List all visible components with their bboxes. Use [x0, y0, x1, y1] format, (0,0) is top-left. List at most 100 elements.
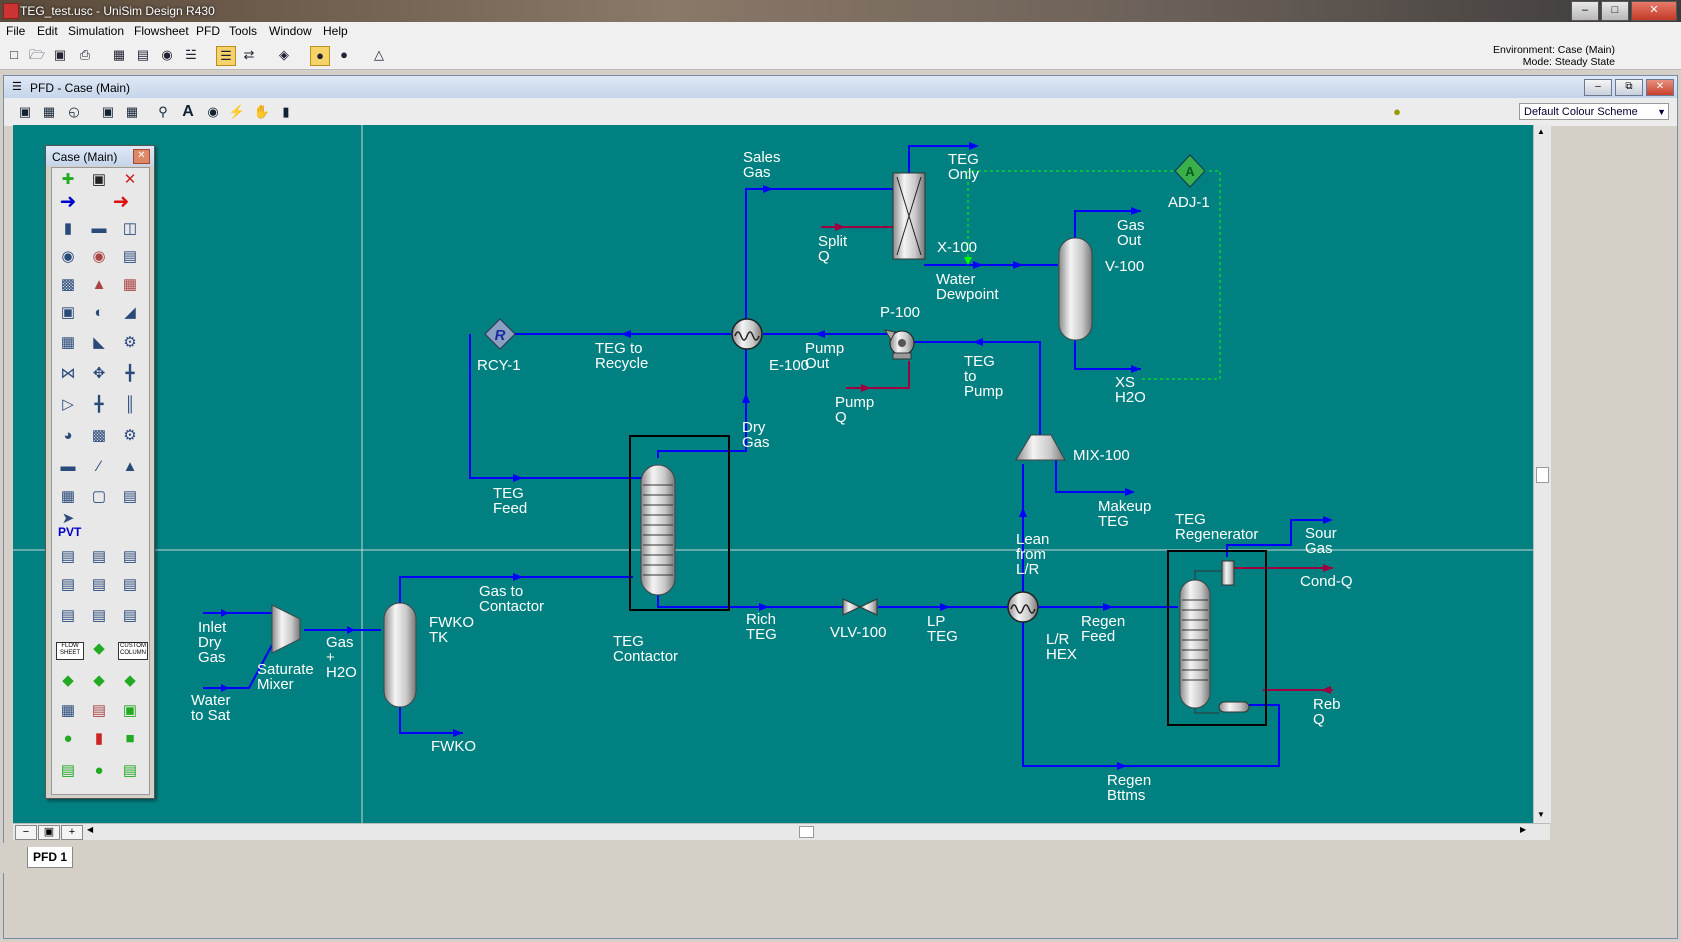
- pvt-label[interactable]: PVT: [58, 525, 81, 539]
- column-4-icon[interactable]: ▤: [57, 574, 79, 596]
- zoom-in-icon[interactable]: +: [61, 825, 83, 840]
- lock-icon[interactable]: ▣: [88, 169, 110, 191]
- workbook-icon[interactable]: ▦: [110, 46, 128, 64]
- mixer-icon[interactable]: ▷: [57, 394, 79, 416]
- vertical-scroll-thumb[interactable]: [1536, 467, 1549, 483]
- column-9-icon[interactable]: ▤: [119, 605, 141, 627]
- column-6-icon[interactable]: ▤: [119, 574, 141, 596]
- energy-stream-icon[interactable]: ➜: [110, 191, 132, 213]
- v-100-separator[interactable]: [1058, 237, 1093, 341]
- auto-position-icon[interactable]: ▦: [40, 103, 58, 121]
- energy-pump-q[interactable]: [846, 361, 910, 389]
- custom-column-button[interactable]: CUSTOM COLUMN: [118, 642, 148, 660]
- column-3-icon[interactable]: ▤: [119, 546, 141, 568]
- pfd-close-button[interactable]: ✕: [1646, 79, 1674, 96]
- pipe-segment-icon[interactable]: ∕: [88, 456, 110, 478]
- fwko-tank[interactable]: [383, 602, 417, 708]
- adj-1-adjust[interactable]: A: [1174, 154, 1206, 188]
- indicator-icon[interactable]: ●: [57, 728, 79, 750]
- scroll-up-icon[interactable]: ▲: [1537, 127, 1545, 136]
- three-phase-separator-icon[interactable]: ▬: [88, 218, 110, 240]
- vlv-100-valve[interactable]: [842, 598, 878, 616]
- heat-exchanger-icon[interactable]: ▩: [57, 274, 79, 296]
- template-1-icon[interactable]: ◆: [57, 670, 79, 692]
- stream-xs-h2o[interactable]: [1074, 340, 1141, 370]
- set-icon[interactable]: ▢: [88, 486, 110, 508]
- pid-icon[interactable]: ▤: [119, 760, 141, 782]
- pump-icon[interactable]: ◉: [57, 246, 79, 268]
- save-icon[interactable]: ▣: [51, 46, 69, 64]
- menu-flowsheet[interactable]: Flowsheet: [134, 24, 189, 38]
- relief-valve-icon[interactable]: ✥: [88, 363, 110, 385]
- close-button[interactable]: ✕: [1631, 1, 1677, 21]
- column-icon[interactable]: ▮: [277, 103, 295, 121]
- lr-hex-exchanger[interactable]: [1007, 591, 1039, 623]
- fired-heater-icon[interactable]: ▲: [88, 274, 110, 296]
- find-object-icon[interactable]: ◉: [204, 103, 222, 121]
- column-8-icon[interactable]: ▤: [88, 605, 110, 627]
- hand-icon[interactable]: ✋: [253, 103, 271, 121]
- size-mode-icon[interactable]: ▣: [16, 103, 34, 121]
- chart-icon[interactable]: ▤: [88, 700, 110, 722]
- saturate-mixer[interactable]: [271, 604, 301, 654]
- text-tool-icon[interactable]: A: [179, 103, 197, 121]
- column-section-icon[interactable]: ║: [119, 394, 141, 416]
- controller-icon[interactable]: ▣: [119, 700, 141, 722]
- add-icon[interactable]: ✚: [57, 169, 79, 191]
- menu-pfd[interactable]: PFD: [196, 24, 220, 38]
- lightning-icon[interactable]: ⚡: [228, 103, 246, 121]
- recycle-ops-icon[interactable]: ⚙: [119, 332, 141, 354]
- splitter-icon[interactable]: ╋: [88, 394, 110, 416]
- separator-icon[interactable]: ▮: [57, 218, 79, 240]
- stream-rich-teg[interactable]: [657, 595, 843, 608]
- connect-icon[interactable]: ⇄: [240, 46, 258, 64]
- valve-icon[interactable]: ⋈: [57, 363, 79, 385]
- menu-tools[interactable]: Tools: [229, 24, 257, 38]
- pipe-icon[interactable]: ▬: [57, 456, 79, 478]
- spreadsheet-icon[interactable]: ▦: [57, 486, 79, 508]
- new-file-icon[interactable]: □: [5, 46, 23, 64]
- mix-100[interactable]: [1015, 434, 1066, 461]
- stream-makeup-teg[interactable]: [1055, 460, 1133, 493]
- navigator-icon[interactable]: ☱: [182, 46, 200, 64]
- horizontal-scroll-thumb[interactable]: [799, 826, 814, 838]
- menu-file[interactable]: File: [6, 24, 25, 38]
- minimize-button[interactable]: –: [1571, 1, 1599, 21]
- pfd-canvas[interactable]: R A Sales Gas TEG Only ADJ-1 Gas Out Spl…: [13, 125, 1533, 823]
- heater-icon[interactable]: ▣: [57, 302, 79, 324]
- template-3-icon[interactable]: ◆: [119, 670, 141, 692]
- properties-icon[interactable]: ▤: [134, 46, 152, 64]
- menu-help[interactable]: Help: [323, 24, 348, 38]
- horizontal-scrollbar[interactable]: − ▣ + ◀ ▶: [13, 823, 1550, 840]
- expander-2-icon[interactable]: ◣: [88, 332, 110, 354]
- column-2-icon[interactable]: ▤: [88, 546, 110, 568]
- flask-icon[interactable]: △: [370, 46, 388, 64]
- tab-pfd-1[interactable]: PFD 1: [27, 847, 73, 868]
- zoom-out-icon[interactable]: −: [15, 825, 37, 840]
- menu-simulation[interactable]: Simulation: [68, 24, 124, 38]
- zoom-icon[interactable]: ⚲: [154, 103, 172, 121]
- zoom-fit-icon[interactable]: ▣: [38, 825, 60, 840]
- chevron-down-icon[interactable]: ▼: [1657, 104, 1666, 120]
- object-icon[interactable]: ◈: [275, 46, 293, 64]
- expander-icon[interactable]: ◐: [88, 302, 110, 324]
- rcy-1-recycle[interactable]: R: [484, 318, 516, 350]
- filter-icon[interactable]: ▩: [88, 425, 110, 447]
- grid-icon[interactable]: ▦: [57, 700, 79, 722]
- column-7-icon[interactable]: ▤: [57, 605, 79, 627]
- stream-mode-icon[interactable]: ☰: [216, 46, 236, 66]
- reactor-icon[interactable]: ▤: [119, 246, 141, 268]
- find-icon[interactable]: ◉: [158, 46, 176, 64]
- teg-contactor[interactable]: [629, 435, 730, 611]
- swap-icon[interactable]: ▦: [123, 103, 141, 121]
- fit-icon[interactable]: ◵: [65, 103, 83, 121]
- column-1-icon[interactable]: ▤: [57, 546, 79, 568]
- colour-scheme-dropdown[interactable]: Default Colour Scheme ▼: [1519, 103, 1669, 120]
- vertical-scrollbar[interactable]: ▲ ▼: [1533, 125, 1551, 823]
- balance-icon[interactable]: ▤: [119, 486, 141, 508]
- menu-edit[interactable]: Edit: [37, 24, 58, 38]
- cyclone-icon[interactable]: ◕: [57, 425, 79, 447]
- print-icon[interactable]: ⎙: [76, 46, 94, 64]
- solver-hold-icon[interactable]: ●: [335, 46, 353, 64]
- subflowsheet-icon[interactable]: ◆: [88, 638, 110, 660]
